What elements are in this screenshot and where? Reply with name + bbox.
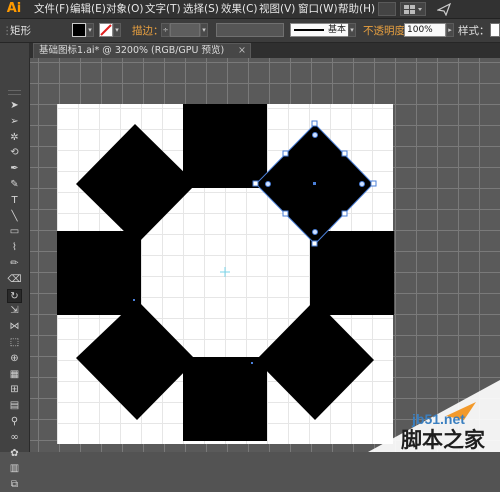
selection-handle[interactable] [341, 210, 348, 217]
selection-center-point [313, 182, 316, 185]
corner-widget[interactable] [359, 181, 365, 187]
shape-right-square[interactable] [310, 231, 394, 315]
selection-handle[interactable] [311, 240, 318, 247]
selection-handle[interactable] [311, 120, 318, 127]
artboard-tool-icon[interactable]: ⧉ [7, 478, 22, 492]
shape-bottom-right-diamond[interactable] [256, 300, 374, 420]
shape-top-left-diamond[interactable] [76, 124, 196, 244]
selection-handle[interactable] [282, 150, 289, 157]
shape-bottom-left-diamond[interactable] [76, 300, 196, 420]
shape-top-square[interactable] [183, 104, 267, 188]
corner-widget[interactable] [312, 132, 318, 138]
shape-bottom-square[interactable] [183, 357, 267, 441]
selection-handle[interactable] [370, 180, 377, 187]
selection-handle[interactable] [252, 180, 259, 187]
shape-left-square[interactable] [57, 231, 141, 315]
graph-tool-icon[interactable]: ▥ [7, 462, 22, 476]
selection-handle[interactable] [341, 150, 348, 157]
anchor-point [251, 362, 253, 364]
watermark-name: 脚本之家 [401, 427, 485, 452]
corner-widget[interactable] [312, 229, 318, 235]
anchor-point [133, 299, 135, 301]
center-point-icon [220, 267, 230, 277]
corner-widget[interactable] [265, 181, 271, 187]
selection-handle[interactable] [282, 210, 289, 217]
